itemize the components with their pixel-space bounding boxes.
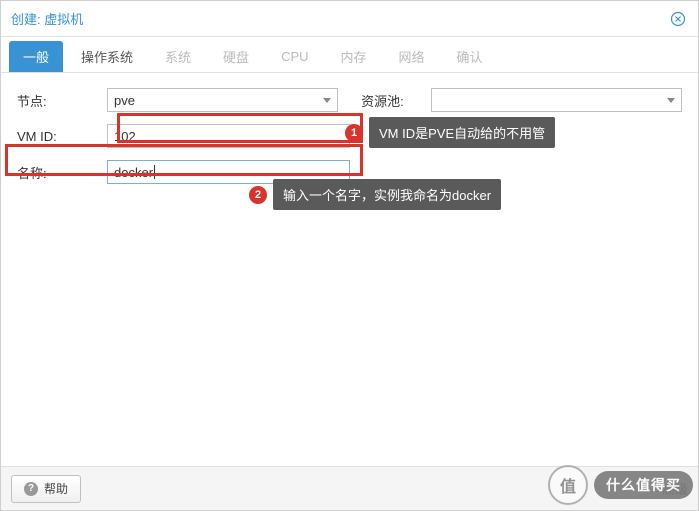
badge-2: 2: [249, 186, 267, 204]
tab-disk: 硬盘: [209, 41, 263, 72]
close-button[interactable]: [668, 9, 688, 29]
watermark-circle: 值: [548, 465, 588, 505]
tab-confirm: 确认: [443, 41, 497, 72]
callout-2-text: 输入一个名字，实例我命名为docker: [273, 179, 501, 210]
tab-os[interactable]: 操作系统: [67, 41, 147, 72]
node-select[interactable]: pve: [107, 88, 338, 112]
watermark-text: 什么值得买: [594, 471, 693, 499]
callout-1-text: VM ID是PVE自动给的不用管: [369, 117, 555, 148]
tab-system: 系统: [151, 41, 205, 72]
tab-cpu: CPU: [267, 41, 322, 72]
pool-label: 资源池:: [361, 91, 431, 110]
watermark: 值 什么值得买: [548, 465, 693, 505]
tab-general[interactable]: 一般: [9, 41, 63, 72]
pool-select[interactable]: [431, 88, 682, 112]
tab-bar: 一般 操作系统 系统 硬盘 CPU 内存 网络 确认: [1, 37, 698, 73]
dialog-title: 创建: 虚拟机: [11, 9, 668, 28]
help-label: 帮助: [44, 480, 68, 497]
badge-1: 1: [345, 124, 363, 142]
tab-network: 网络: [385, 41, 439, 72]
tab-memory: 内存: [327, 41, 381, 72]
name-label: 名称:: [17, 163, 107, 182]
row-node-pool: 节点: pve 资源池:: [17, 87, 682, 113]
create-vm-dialog: 创建: 虚拟机 一般 操作系统 系统 硬盘 CPU 内存 网络 确认 节点: p…: [0, 0, 699, 511]
help-button[interactable]: ? 帮助: [11, 475, 81, 503]
title-bar: 创建: 虚拟机: [1, 1, 698, 37]
vmid-value: 102: [114, 129, 136, 144]
callout-1: 1 VM ID是PVE自动给的不用管: [345, 117, 555, 148]
callout-2: 2 输入一个名字，实例我命名为docker: [249, 179, 501, 210]
close-icon: [670, 11, 686, 27]
vmid-input[interactable]: 102: [107, 124, 350, 148]
name-value: docker: [114, 165, 153, 180]
node-value: pve: [114, 93, 135, 108]
help-icon: ?: [24, 482, 38, 496]
text-cursor: [154, 165, 155, 179]
vmid-label: VM ID:: [17, 129, 107, 144]
node-label: 节点:: [17, 91, 107, 110]
form-content: 节点: pve 资源池: VM ID: 102 名称: docker 1: [1, 73, 698, 466]
